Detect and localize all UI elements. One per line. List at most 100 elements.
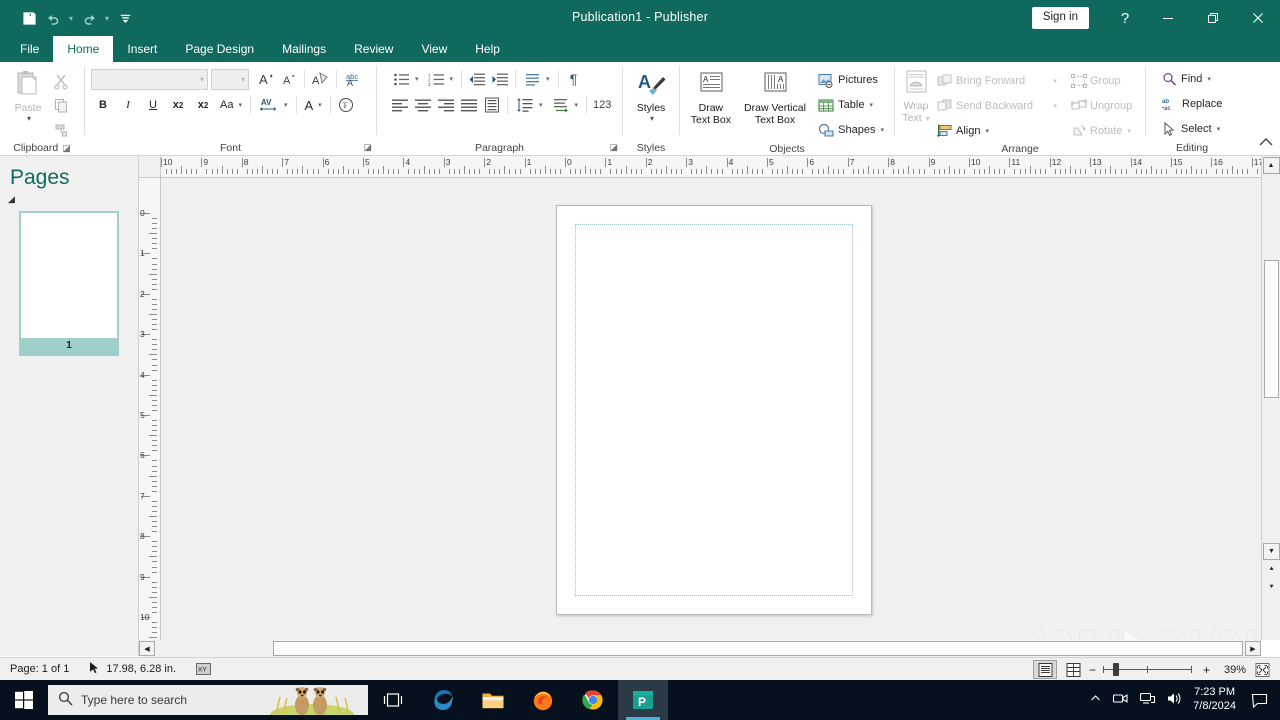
- previous-page-icon[interactable]: ⯅: [1263, 561, 1280, 578]
- tab-help[interactable]: Help: [461, 36, 514, 62]
- document-page[interactable]: [556, 205, 872, 615]
- undo-dropdown-caret[interactable]: ▾: [66, 7, 76, 29]
- zoom-out-button[interactable]: −: [1089, 663, 1096, 677]
- decrease-indent-button[interactable]: [466, 68, 488, 90]
- page-indicator[interactable]: Page: 1 of 1: [0, 663, 79, 675]
- windows-start-icon[interactable]: [0, 680, 48, 720]
- format-painter-button[interactable]: [50, 118, 72, 140]
- draw-text-box-button[interactable]: A Draw Text Box: [686, 68, 736, 126]
- zoom-percent[interactable]: 39%: [1214, 664, 1246, 676]
- line-spacing-button[interactable]: ▾: [512, 94, 547, 116]
- align-left-button[interactable]: [389, 94, 411, 116]
- notifications-icon[interactable]: [1246, 680, 1272, 720]
- select-button[interactable]: Select ▾: [1158, 118, 1224, 140]
- font-size-combo[interactable]: ▾: [211, 68, 249, 90]
- numbers-button[interactable]: 123: [591, 94, 613, 116]
- collapse-ribbon-button[interactable]: [1258, 136, 1274, 151]
- two-page-spread-icon[interactable]: [1061, 660, 1085, 679]
- numbering-button[interactable]: 123 ▾: [424, 68, 458, 90]
- find-button[interactable]: Find ▾: [1158, 68, 1215, 90]
- text-direction-button[interactable]: ▾: [520, 68, 554, 90]
- taskbar-clock[interactable]: 7:23 PM 7/8/2024: [1193, 686, 1236, 714]
- tab-insert[interactable]: Insert: [113, 36, 171, 62]
- shapes-button[interactable]: Shapes ▾: [814, 119, 888, 141]
- fit-page-icon[interactable]: [1250, 660, 1274, 679]
- font-dialog-launcher-icon[interactable]: ◪: [363, 142, 372, 153]
- superscript-button[interactable]: x2: [191, 94, 215, 116]
- task-view-icon[interactable]: [368, 680, 418, 720]
- cut-button[interactable]: [50, 70, 72, 92]
- help-icon[interactable]: ?: [1105, 0, 1145, 36]
- table-button[interactable]: Table ▾: [814, 94, 888, 116]
- zoom-slider-handle[interactable]: [1113, 663, 1119, 676]
- tab-mailings[interactable]: Mailings: [268, 36, 340, 62]
- next-page-icon[interactable]: ⯆: [1263, 579, 1280, 596]
- chevron-up-icon[interactable]: [1089, 692, 1102, 708]
- wrap-text-button[interactable]: Wrap Text ▾: [901, 68, 931, 124]
- change-case-button[interactable]: Aa ▾: [216, 94, 246, 116]
- italic-button[interactable]: I: [116, 94, 140, 116]
- font-color-button[interactable]: A ▾: [301, 94, 326, 116]
- clear-formatting-button[interactable]: A: [309, 68, 332, 90]
- tab-page-design[interactable]: Page Design: [171, 36, 268, 62]
- sign-in-button[interactable]: Sign in: [1031, 7, 1089, 29]
- taskbar-app-file-explorer[interactable]: [468, 680, 518, 720]
- horizontal-scroll-thumb[interactable]: [273, 641, 1243, 656]
- search-input[interactable]: Type here to search: [48, 685, 368, 715]
- tab-file[interactable]: File: [6, 36, 53, 62]
- horizontal-ruler[interactable]: 1098765432101234567891011121314151617: [161, 156, 1261, 178]
- paragraph-dialog-launcher-icon[interactable]: ◪: [609, 142, 618, 153]
- font-name-combo[interactable]: ▾: [91, 68, 208, 90]
- single-page-view-icon[interactable]: [1033, 660, 1057, 679]
- network-icon[interactable]: [1139, 691, 1156, 709]
- page-thumbnail-1[interactable]: 1: [19, 211, 119, 356]
- align-button[interactable]: Align ▾: [933, 120, 1061, 142]
- clipboard-dialog-launcher-icon[interactable]: ◪: [62, 143, 71, 154]
- subscript-button[interactable]: x2: [166, 94, 190, 116]
- show-formatting-marks-button[interactable]: ¶: [563, 68, 585, 90]
- bullets-button[interactable]: ▾: [389, 68, 423, 90]
- distribute-button[interactable]: [481, 94, 503, 116]
- paste-button[interactable]: Paste ▾: [6, 68, 50, 123]
- scroll-down-arrow[interactable]: ▼: [1263, 543, 1280, 560]
- vertical-scroll-thumb[interactable]: [1264, 260, 1279, 398]
- bold-button[interactable]: B: [91, 94, 115, 116]
- ruler-corner[interactable]: [139, 156, 161, 178]
- align-right-button[interactable]: [435, 94, 457, 116]
- wordart-button[interactable]: Ŧ: [335, 94, 357, 116]
- ungroup-button[interactable]: Ungroup: [1067, 95, 1145, 117]
- redo-dropdown-caret[interactable]: ▾: [102, 7, 112, 29]
- volume-icon[interactable]: [1166, 691, 1183, 709]
- zoom-in-button[interactable]: +: [1203, 663, 1210, 677]
- minimize-icon[interactable]: [1145, 0, 1190, 36]
- taskbar-app-microsoft-publisher[interactable]: P: [618, 680, 668, 720]
- scroll-up-arrow[interactable]: ▲: [1262, 157, 1280, 174]
- increase-font-size-button[interactable]: A: [255, 68, 277, 90]
- rotate-button[interactable]: Rotate ▾: [1067, 120, 1145, 142]
- collapse-panel-icon[interactable]: ◢: [0, 190, 138, 205]
- justify-button[interactable]: [458, 94, 480, 116]
- vertical-ruler[interactable]: 0 1 2 3 4 5 6 7 8 9 10: [139, 178, 161, 640]
- taskbar-app-firefox[interactable]: [518, 680, 568, 720]
- scroll-right-arrow[interactable]: ▶: [1245, 641, 1261, 656]
- undo-icon[interactable]: [42, 7, 64, 29]
- document-canvas[interactable]: [161, 178, 1261, 640]
- taskbar-app-microsoft-edge[interactable]: [418, 680, 468, 720]
- copy-button[interactable]: [50, 94, 72, 116]
- zoom-slider[interactable]: − +: [1089, 660, 1210, 679]
- pictures-button[interactable]: Pictures: [814, 69, 888, 91]
- redo-icon[interactable]: [78, 7, 100, 29]
- taskbar-app-google-chrome[interactable]: [568, 680, 618, 720]
- restore-icon[interactable]: [1190, 0, 1235, 36]
- text-effects-button[interactable]: abc A: [341, 68, 365, 90]
- group-button[interactable]: Group: [1067, 70, 1145, 92]
- decrease-font-size-button[interactable]: A: [278, 68, 300, 90]
- replace-button[interactable]: ab ac Replace: [1158, 93, 1226, 115]
- bring-forward-button[interactable]: Bring Forward ▾: [933, 70, 1061, 92]
- tab-review[interactable]: Review: [340, 36, 407, 62]
- styles-button[interactable]: A Styles ▾: [629, 68, 673, 123]
- align-center-button[interactable]: [412, 94, 434, 116]
- save-icon[interactable]: [18, 7, 40, 29]
- tab-home[interactable]: Home: [53, 36, 114, 62]
- close-icon[interactable]: [1235, 0, 1280, 36]
